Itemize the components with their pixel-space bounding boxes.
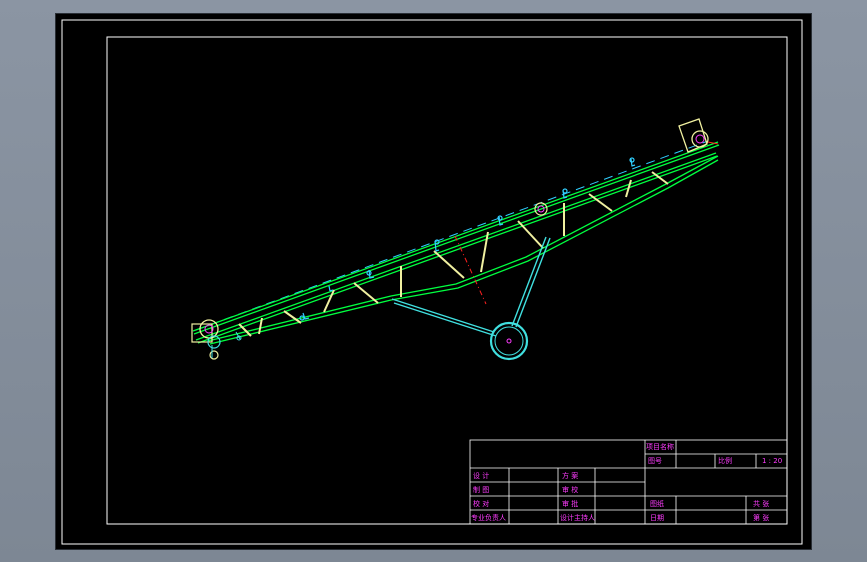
drawing-name-label: 图纸 — [650, 499, 664, 508]
title-block — [469, 439, 788, 525]
audit-label: 审 批 — [562, 499, 578, 508]
inner-border — [106, 36, 788, 525]
scale-value: 1 : 20 — [762, 457, 782, 465]
total-sheets-label: 共 张 — [753, 499, 769, 508]
idler-rollers — [299, 157, 636, 321]
scale-label: 比例 — [718, 456, 732, 465]
outer-border — [61, 19, 803, 545]
designed-label: 设 计 — [473, 471, 489, 480]
review-label: 审 校 — [562, 485, 578, 494]
checked-label: 校 对 — [473, 499, 489, 508]
support-stand — [391, 236, 551, 337]
conveyor-frame — [192, 141, 720, 345]
sheet-number-label: 第 张 — [753, 513, 769, 522]
drawn-label: 制 图 — [473, 485, 489, 494]
conveyor-drawing: 项目名称 图号 比例 1 : 20 设 计 制 图 校 对 专业负责人 方 案 … — [61, 19, 803, 545]
date-label: 日期 — [650, 514, 664, 522]
major-leader-label: 专业负责人 — [471, 513, 506, 522]
project-name-label: 项目名称 — [646, 442, 674, 451]
scheme-label: 方 案 — [562, 471, 578, 480]
drawing-no-label: 图号 — [648, 457, 662, 465]
support-wheel — [489, 321, 529, 361]
cad-viewport[interactable]: 项目名称 图号 比例 1 : 20 设 计 制 图 校 对 专业负责人 方 案 … — [55, 13, 812, 550]
design-leader-label: 设计主持人 — [560, 513, 595, 522]
